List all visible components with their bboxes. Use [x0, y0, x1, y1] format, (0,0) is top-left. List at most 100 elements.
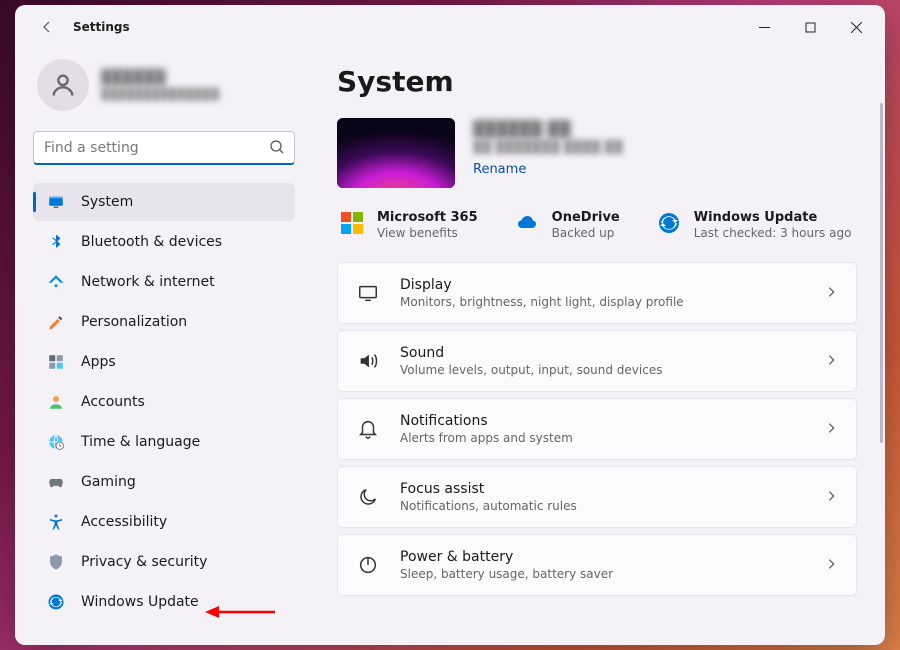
sidebar-item-windows-update[interactable]: Windows Update — [33, 583, 295, 621]
card-notifications[interactable]: NotificationsAlerts from apps and system — [337, 398, 857, 460]
power-icon — [356, 553, 380, 577]
sidebar-item-network-internet[interactable]: Network & internet — [33, 263, 295, 301]
page-title: System — [337, 65, 857, 98]
sidebar-item-accessibility[interactable]: Accessibility — [33, 503, 295, 541]
status-row: Microsoft 365View benefits OneDriveBacked… — [337, 210, 857, 240]
shield-icon — [47, 553, 65, 571]
window-title: Settings — [73, 20, 130, 34]
profile-email: ██████████████ — [101, 88, 219, 101]
sidebar-item-label: Gaming — [81, 474, 136, 490]
globe-icon — [47, 433, 65, 451]
person-icon — [49, 71, 77, 99]
card-power-battery[interactable]: Power & battery Sleep, battery usage, bat… — [337, 534, 857, 596]
window-controls — [741, 11, 879, 43]
minimize-icon — [759, 22, 770, 33]
chevron-right-icon — [824, 352, 838, 371]
card-display[interactable]: Display Monitors, brightness, night light… — [337, 262, 857, 324]
chevron-right-icon — [824, 488, 838, 507]
settings-window: Settings ██████ ██████████████ — [15, 5, 885, 645]
chevron-right-icon — [824, 556, 838, 575]
system-icon — [47, 193, 65, 211]
sidebar-item-accounts[interactable]: Accounts — [33, 383, 295, 421]
maximize-button[interactable] — [787, 11, 833, 43]
card-sub: Volume levels, output, input, sound devi… — [400, 363, 804, 377]
sidebar-item-label: System — [81, 194, 133, 210]
status-sub: Last checked: 3 hours ago — [694, 226, 852, 240]
card-sub: Alerts from apps and system — [400, 431, 804, 445]
sidebar-item-privacy-security[interactable]: Privacy & security — [33, 543, 295, 581]
gamepad-icon — [47, 473, 65, 491]
maximize-icon — [805, 22, 816, 33]
sidebar-item-apps[interactable]: Apps — [33, 343, 295, 381]
sidebar-item-label: Privacy & security — [81, 554, 207, 570]
main-panel: System ██████ ██ ██ ███████ ████ ██ Rena… — [313, 49, 885, 645]
accessibility-icon — [47, 513, 65, 531]
card-focus-assist[interactable]: Focus assist Notifications, automatic rul… — [337, 466, 857, 528]
titlebar: Settings — [15, 5, 885, 49]
search-wrap — [33, 131, 295, 165]
minimize-button[interactable] — [741, 11, 787, 43]
card-title: Power & battery — [400, 549, 804, 565]
moon-icon — [356, 485, 380, 509]
card-title: Focus assist — [400, 481, 804, 497]
display-icon — [356, 281, 380, 305]
sidebar-item-personalization[interactable]: Personalization — [33, 303, 295, 341]
card-title: Display — [400, 277, 804, 293]
card-sub: Sleep, battery usage, battery saver — [400, 567, 804, 581]
status-title: Windows Update — [694, 210, 852, 225]
status-windows-update[interactable]: Windows UpdateLast checked: 3 hours ago — [656, 210, 852, 240]
sidebar-item-system[interactable]: System — [33, 183, 295, 221]
avatar — [37, 59, 89, 111]
sidebar: ██████ ██████████████ System Bluetooth & … — [15, 49, 313, 645]
sidebar-item-label: Accessibility — [81, 514, 167, 530]
sidebar-item-label: Personalization — [81, 314, 187, 330]
sidebar-item-label: Time & language — [81, 434, 200, 450]
sidebar-item-gaming[interactable]: Gaming — [33, 463, 295, 501]
sidebar-item-time-language[interactable]: Time & language — [33, 423, 295, 461]
back-button[interactable] — [31, 11, 63, 43]
card-sub: Notifications, automatic rules — [400, 499, 804, 513]
card-title: Sound — [400, 345, 804, 361]
onedrive-icon — [514, 210, 540, 236]
status-onedrive[interactable]: OneDriveBacked up — [514, 210, 620, 240]
sidebar-item-label: Apps — [81, 354, 116, 370]
sidebar-item-bluetooth-devices[interactable]: Bluetooth & devices — [33, 223, 295, 261]
rename-link[interactable]: Rename — [473, 162, 623, 177]
chevron-right-icon — [824, 420, 838, 439]
close-icon — [851, 22, 862, 33]
status-sub: View benefits — [377, 226, 478, 240]
card-sub: Monitors, brightness, night light, displ… — [400, 295, 804, 309]
scrollbar-thumb[interactable] — [880, 103, 883, 443]
sidebar-item-label: Bluetooth & devices — [81, 234, 222, 250]
sidebar-item-label: Windows Update — [81, 594, 199, 610]
status-microsoft-[interactable]: Microsoft 365View benefits — [339, 210, 478, 240]
microsoft-icon — [339, 210, 365, 236]
close-button[interactable] — [833, 11, 879, 43]
settings-cards: Display Monitors, brightness, night light… — [337, 262, 857, 596]
update-icon — [656, 210, 682, 236]
search-icon — [269, 139, 285, 155]
bluetooth-icon — [47, 233, 65, 251]
scrollbar[interactable] — [879, 59, 883, 635]
device-name: ██████ ██ — [473, 120, 623, 138]
bell-icon — [356, 417, 380, 441]
chevron-right-icon — [824, 284, 838, 303]
profile-block[interactable]: ██████ ██████████████ — [33, 53, 295, 125]
status-title: OneDrive — [552, 210, 620, 225]
update-icon — [47, 593, 65, 611]
apps-icon — [47, 353, 65, 371]
brush-icon — [47, 313, 65, 331]
profile-name: ██████ — [101, 70, 219, 86]
sidebar-item-label: Network & internet — [81, 274, 215, 290]
device-model: ██ ███████ ████ ██ — [473, 140, 623, 154]
arrow-left-icon — [39, 19, 55, 35]
nav-list: System Bluetooth & devices Network & inter… — [33, 183, 295, 621]
card-sound[interactable]: Sound Volume levels, output, input, sound… — [337, 330, 857, 392]
status-title: Microsoft 365 — [377, 210, 478, 225]
status-sub: Backed up — [552, 226, 620, 240]
wifi-icon — [47, 273, 65, 291]
sound-icon — [356, 349, 380, 373]
search-input[interactable] — [33, 131, 295, 165]
device-row: ██████ ██ ██ ███████ ████ ██ Rename — [337, 118, 857, 188]
desktop-thumbnail[interactable] — [337, 118, 455, 188]
